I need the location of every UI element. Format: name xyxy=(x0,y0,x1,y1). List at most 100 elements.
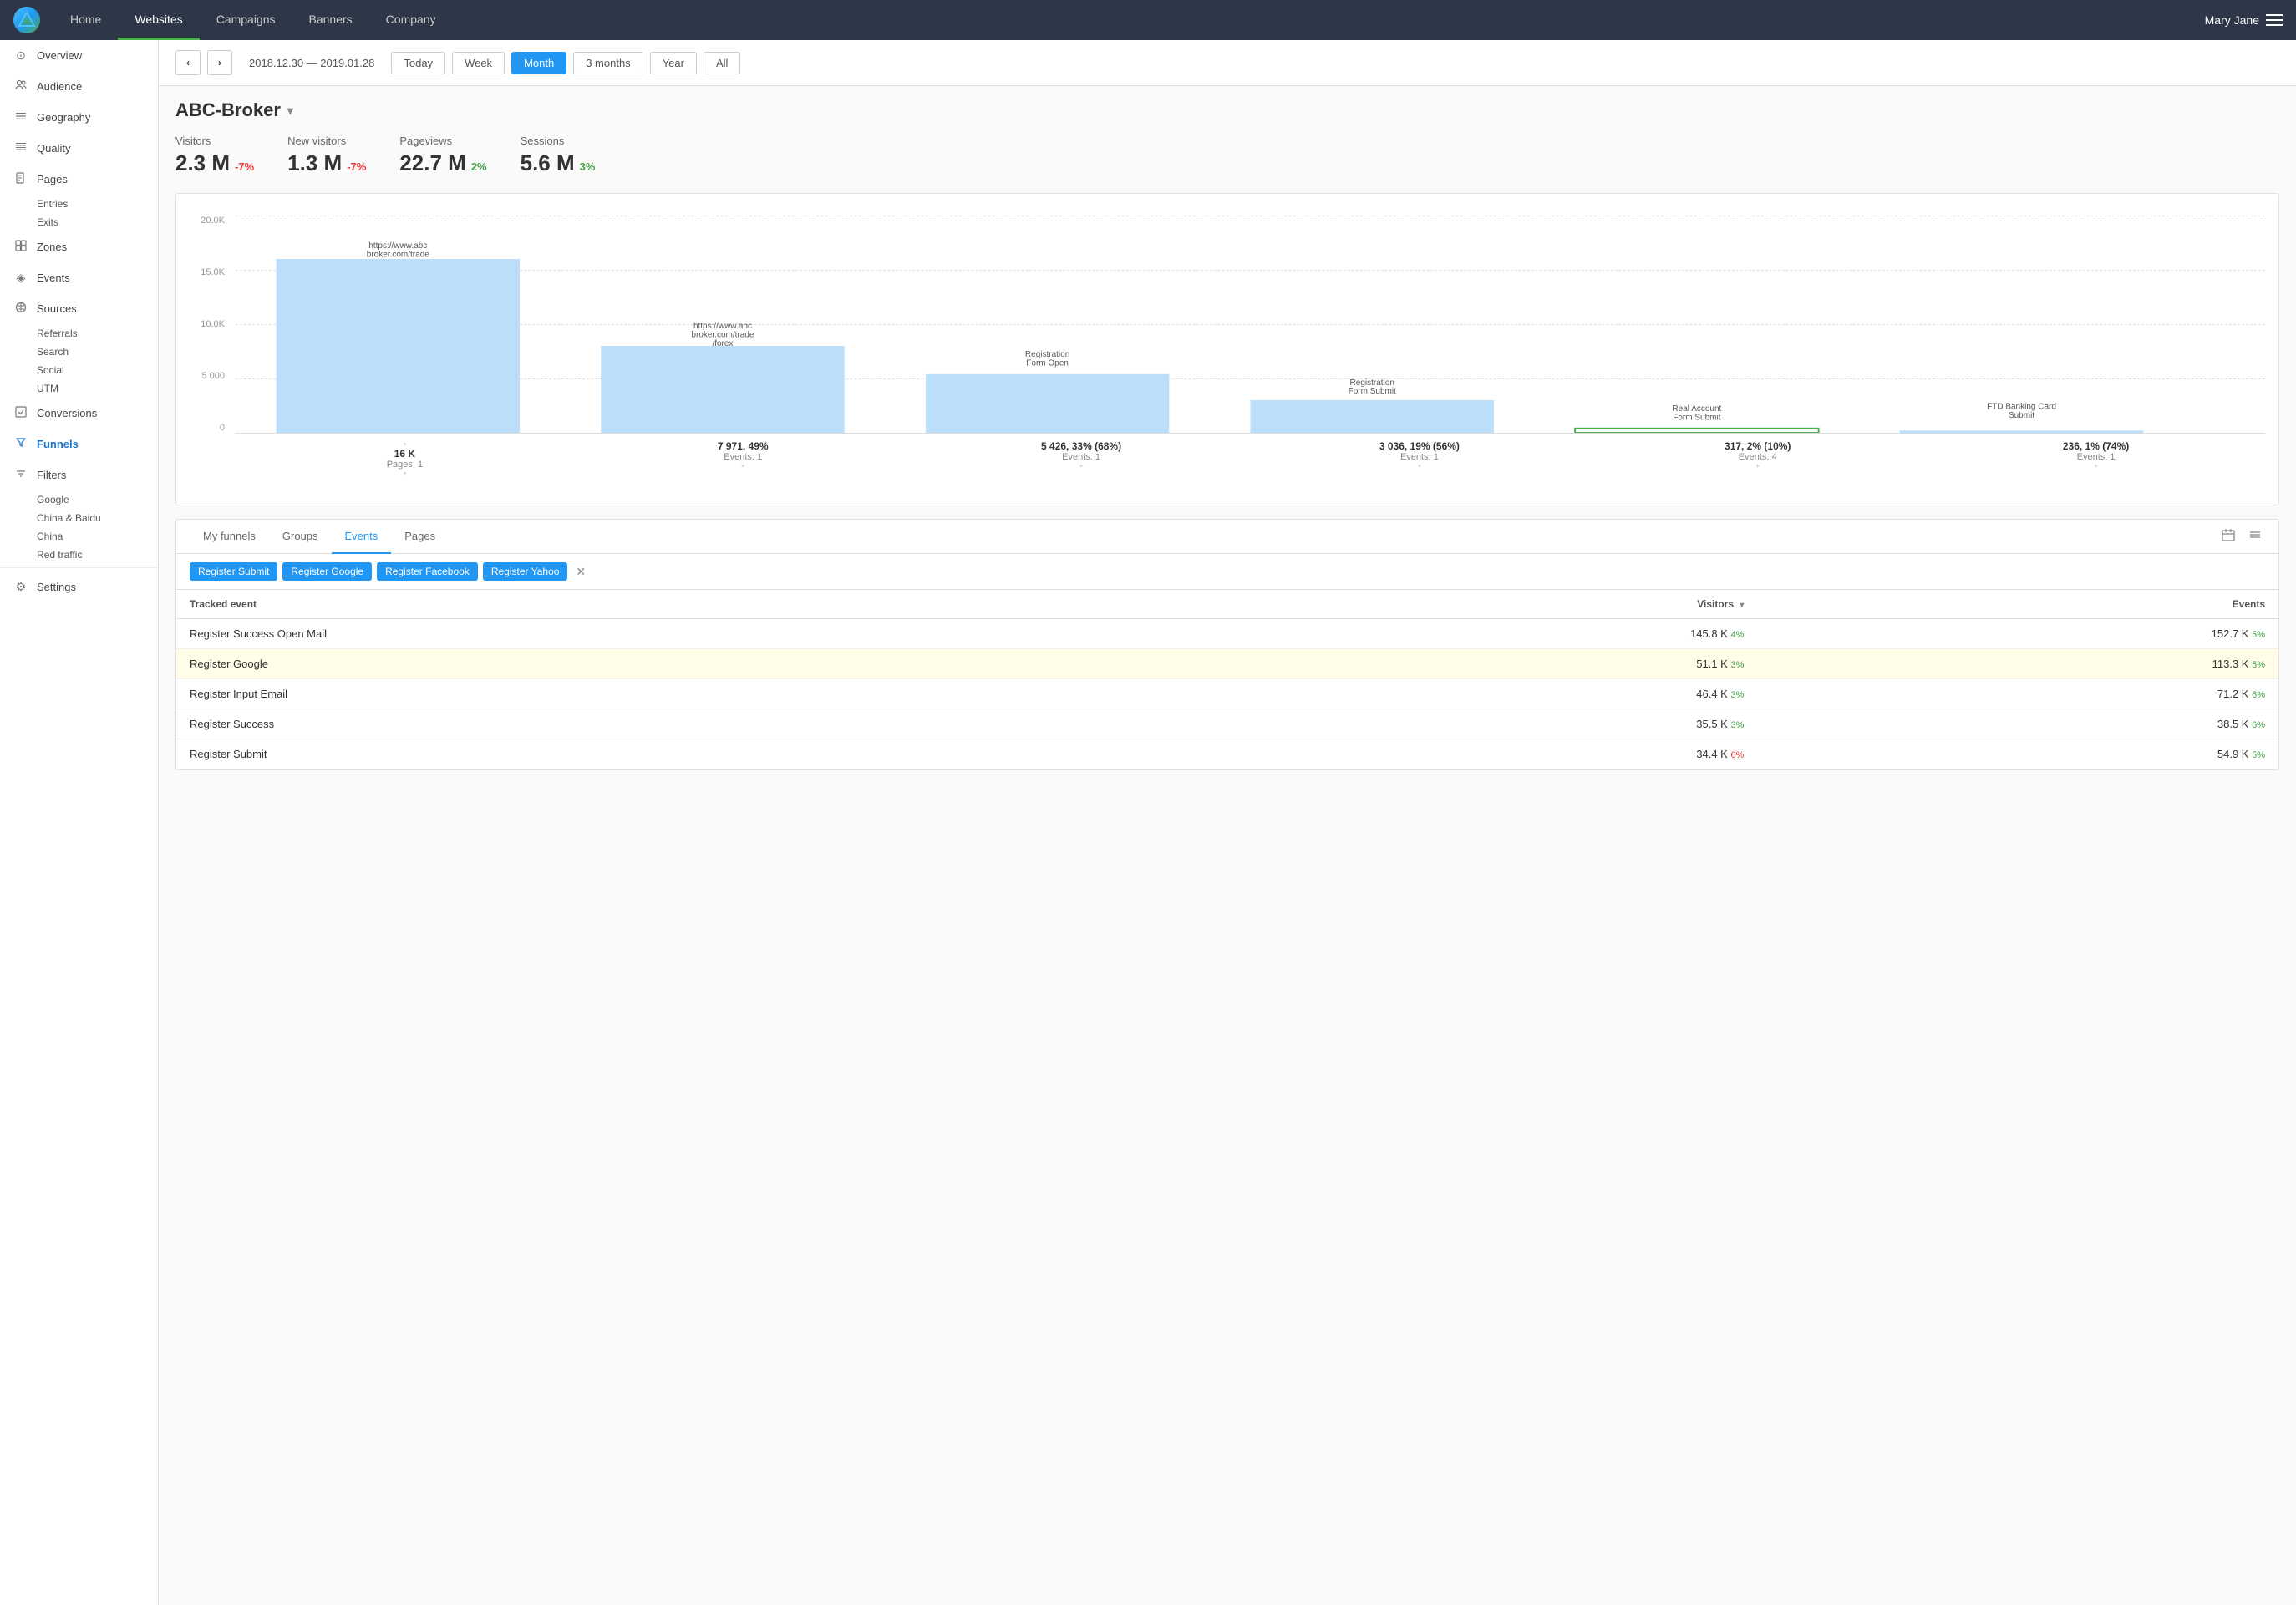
nav-campaigns[interactable]: Campaigns xyxy=(200,0,292,40)
prev-button[interactable]: ‹ xyxy=(175,50,201,75)
filter-clear-button[interactable]: ✕ xyxy=(572,563,589,581)
col-events: Events xyxy=(1757,590,2278,619)
sidebar-item-pages[interactable]: Pages xyxy=(0,164,158,195)
main-content: ‹ › 2018.12.30 — 2019.01.28 Today Week M… xyxy=(159,40,2296,1605)
event-name: Register Google xyxy=(176,649,1237,679)
stat-new-visitors-label: New visitors xyxy=(287,135,366,147)
table-row[interactable]: Register Submit 34.4 K 6% 54.9 K 5% xyxy=(176,739,2278,769)
week-button[interactable]: Week xyxy=(452,52,505,74)
month-button[interactable]: Month xyxy=(511,52,566,74)
sidebar-item-overview[interactable]: ⊙ Overview xyxy=(0,40,158,71)
sidebar-sub-china[interactable]: China xyxy=(0,527,158,546)
table-row[interactable]: Register Success 35.5 K 3% 38.5 K 6% xyxy=(176,709,2278,739)
geography-icon xyxy=(13,110,28,124)
filter-tag-register-facebook[interactable]: Register Facebook xyxy=(377,562,478,581)
table-row[interactable]: Register Google 51.1 K 3% 113.3 K 5% xyxy=(176,649,2278,679)
add-after-2[interactable]: + xyxy=(741,462,745,470)
nav-company[interactable]: Company xyxy=(369,0,453,40)
sidebar-sub-china-baidu[interactable]: China & Baidu xyxy=(0,509,158,527)
three-months-button[interactable]: 3 months xyxy=(573,52,643,74)
funnel-main-4: 3 036, 19% (56%) xyxy=(1379,440,1460,452)
sidebar-item-geography[interactable]: Geography xyxy=(0,102,158,133)
add-before-1[interactable]: + xyxy=(403,440,407,448)
stats-row: Visitors 2.3 M -7% New visitors 1.3 M -7… xyxy=(175,135,2279,176)
add-after-4[interactable]: + xyxy=(1418,462,1422,470)
table-row[interactable]: Register Input Email 46.4 K 3% 71.2 K 6% xyxy=(176,679,2278,709)
sidebar-label-settings: Settings xyxy=(37,581,76,593)
sidebar-item-conversions[interactable]: Conversions xyxy=(0,398,158,429)
calendar-view-button[interactable] xyxy=(2218,525,2238,549)
filter-tag-register-google[interactable]: Register Google xyxy=(282,562,372,581)
stat-visitors-value: 2.3 M -7% xyxy=(175,150,254,176)
tab-my-funnels[interactable]: My funnels xyxy=(190,520,269,554)
sidebar-label-quality: Quality xyxy=(37,142,70,155)
nav-home[interactable]: Home xyxy=(53,0,118,40)
funnel-step-label-2: 7 971, 49% Events: 1 + xyxy=(574,437,912,491)
svg-text:Registration: Registration xyxy=(1350,378,1394,388)
sidebar-item-quality[interactable]: Quality xyxy=(0,133,158,164)
sidebar-sub-search[interactable]: Search xyxy=(0,343,158,361)
sidebar-item-filters[interactable]: Filters xyxy=(0,460,158,490)
nav-websites[interactable]: Websites xyxy=(118,0,199,40)
table-row[interactable]: Register Success Open Mail 145.8 K 4% 15… xyxy=(176,619,2278,649)
sidebar-label-geography: Geography xyxy=(37,111,90,124)
tab-groups[interactable]: Groups xyxy=(269,520,332,554)
sidebar-sub-social[interactable]: Social xyxy=(0,361,158,379)
y-label-20k: 20.0K xyxy=(190,216,231,226)
filter-tag-register-yahoo[interactable]: Register Yahoo xyxy=(483,562,568,581)
svg-text:Registration: Registration xyxy=(1025,350,1069,359)
visitors-val: 34.4 K 6% xyxy=(1237,739,1758,769)
funnel-step-label-6: 236, 1% (74%) Events: 1 + xyxy=(1927,437,2265,491)
next-button[interactable]: › xyxy=(207,50,232,75)
sidebar-sub-google[interactable]: Google xyxy=(0,490,158,509)
add-after-5[interactable]: + xyxy=(1755,462,1760,470)
col-visitors[interactable]: Visitors ▾ xyxy=(1237,590,1758,619)
sidebar-label-audience: Audience xyxy=(37,80,82,93)
sidebar-sub-entries[interactable]: Entries xyxy=(0,195,158,213)
funnel-sub-1: Pages: 1 xyxy=(387,460,423,470)
y-label-10k: 10.0K xyxy=(190,319,231,329)
sidebar-item-audience[interactable]: Audience xyxy=(0,71,158,102)
sidebar-sub-referrals[interactable]: Referrals xyxy=(0,324,158,343)
sidebar-sub-red-traffic[interactable]: Red traffic xyxy=(0,546,158,564)
list-view-button[interactable] xyxy=(2245,525,2265,549)
nav-banners[interactable]: Banners xyxy=(292,0,369,40)
sidebar-label-pages: Pages xyxy=(37,173,68,185)
sidebar-item-zones[interactable]: Zones xyxy=(0,231,158,262)
stat-sessions: Sessions 5.6 M 3% xyxy=(521,135,596,176)
sidebar-item-funnels[interactable]: Funnels xyxy=(0,429,158,460)
sidebar-sub-exits[interactable]: Exits xyxy=(0,213,158,231)
add-after-1[interactable]: + xyxy=(403,470,407,477)
add-after-6[interactable]: + xyxy=(2094,462,2098,470)
stat-sessions-label: Sessions xyxy=(521,135,596,147)
website-dropdown[interactable]: ▾ xyxy=(287,104,293,118)
conversions-icon xyxy=(13,406,28,420)
y-label-5k: 5 000 xyxy=(190,371,231,381)
user-name: Mary Jane xyxy=(2205,13,2259,27)
event-name: Register Input Email xyxy=(176,679,1237,709)
funnel-chart-area: 20.0K 15.0K 10.0K 5 000 0 xyxy=(175,193,2279,505)
events-icon: ◈ xyxy=(13,271,28,285)
today-button[interactable]: Today xyxy=(391,52,445,74)
sidebar-item-events[interactable]: ◈ Events xyxy=(0,262,158,293)
tab-pages[interactable]: Pages xyxy=(391,520,449,554)
year-button[interactable]: Year xyxy=(650,52,697,74)
hamburger-menu[interactable] xyxy=(2266,14,2283,26)
svg-text:https://www.abc: https://www.abc xyxy=(693,322,752,331)
all-button[interactable]: All xyxy=(704,52,740,74)
events-val: 38.5 K 6% xyxy=(1757,709,2278,739)
filters-icon xyxy=(13,468,28,482)
svg-text:FTD Banking Card: FTD Banking Card xyxy=(1987,402,2056,411)
sidebar-item-sources[interactable]: Sources xyxy=(0,293,158,324)
sort-visitors-icon: ▾ xyxy=(1740,601,1744,610)
event-name: Register Submit xyxy=(176,739,1237,769)
sidebar-sub-utm[interactable]: UTM xyxy=(0,379,158,398)
website-name: ABC-Broker xyxy=(175,99,281,121)
visitors-val: 51.1 K 3% xyxy=(1237,649,1758,679)
filter-tag-register-submit[interactable]: Register Submit xyxy=(190,562,277,581)
sidebar-item-settings[interactable]: ⚙ Settings xyxy=(0,571,158,602)
funnel-main-2: 7 971, 49% xyxy=(718,440,769,452)
tab-events[interactable]: Events xyxy=(332,520,392,554)
y-axis: 20.0K 15.0K 10.0K 5 000 0 xyxy=(190,216,231,433)
add-after-3[interactable]: + xyxy=(1079,462,1084,470)
